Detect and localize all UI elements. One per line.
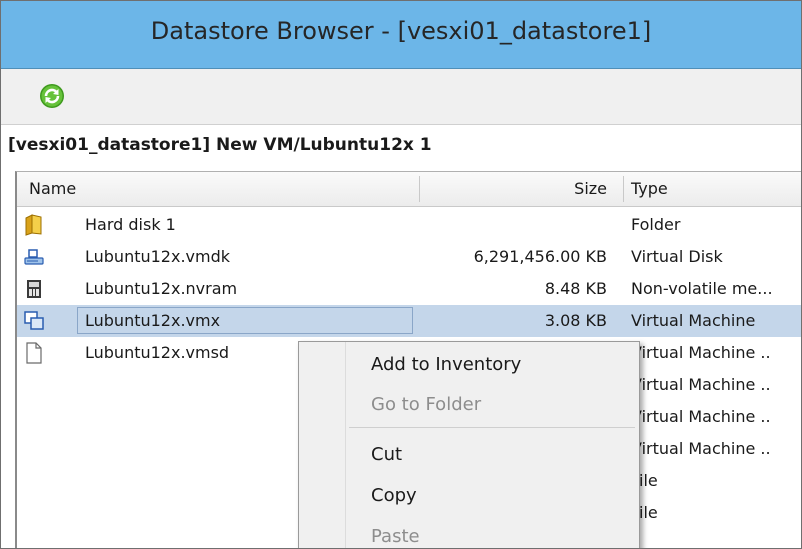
file-size: 8.48 KB: [544, 279, 607, 298]
file-icon: [24, 342, 44, 364]
file-row[interactable]: Hard disk 1 Folder: [17, 209, 801, 241]
title-bar[interactable]: Datastore Browser - [vesxi01_datastore1]: [1, 1, 801, 69]
file-type: Virtual Machine ..: [631, 407, 771, 426]
virtual-machine-icon: [24, 310, 44, 332]
file-type: Virtual Disk: [631, 247, 723, 266]
file-row[interactable]: Lubuntu12x.vmdk 6,291,456.00 KB Virtual …: [17, 241, 801, 273]
file-name: Lubuntu12x.nvram: [85, 279, 238, 298]
file-type: Virtual Machine ..: [631, 343, 771, 362]
path-bar: [vesxi01_datastore1] New VM/Lubuntu12x 1: [1, 125, 801, 171]
file-type: Virtual Machine ..: [631, 375, 771, 394]
folder-icon: [24, 214, 44, 236]
file-type: Virtual Machine ..: [631, 439, 771, 458]
current-path: [vesxi01_datastore1] New VM/Lubuntu12x 1: [8, 135, 432, 155]
file-size: 6,291,456.00 KB: [473, 247, 607, 266]
column-header-size[interactable]: Size: [419, 172, 615, 206]
window-title: Datastore Browser - [vesxi01_datastore1]: [150, 17, 652, 45]
menu-icon-gutter: [345, 342, 346, 548]
toolbar: [1, 69, 801, 125]
file-name: Lubuntu12x.vmsd: [85, 343, 230, 362]
file-name: Lubuntu12x.vmdk: [85, 247, 231, 266]
file-type: Virtual Machine: [631, 311, 756, 330]
nvram-icon: [24, 278, 44, 300]
refresh-icon: [40, 84, 64, 108]
file-name: Lubuntu12x.vmx: [85, 311, 221, 330]
file-row[interactable]: Lubuntu12x.nvram 8.48 KB Non-volatile me…: [17, 273, 801, 305]
column-header-name[interactable]: Name: [29, 172, 409, 206]
file-type: File: [631, 471, 658, 490]
refresh-button[interactable]: [37, 81, 67, 111]
menu-item-go-to-folder[interactable]: Go to Folder: [371, 394, 481, 415]
menu-item-copy[interactable]: Copy: [371, 485, 417, 506]
file-size: 3.08 KB: [544, 311, 607, 330]
virtual-disk-icon: [24, 246, 44, 268]
file-type: Non-volatile me...: [631, 279, 773, 298]
datastore-browser-window: Datastore Browser - [vesxi01_datastore1]…: [0, 0, 802, 549]
list-header: Name Size Type: [17, 172, 801, 207]
context-menu: Add to Inventory Go to Folder Cut Copy P…: [298, 341, 640, 548]
file-type: File: [631, 503, 658, 522]
menu-item-add-to-inventory[interactable]: Add to Inventory: [371, 354, 521, 375]
column-header-type[interactable]: Type: [623, 172, 801, 206]
file-row-selected[interactable]: Lubuntu12x.vmx 3.08 KB Virtual Machine: [17, 305, 801, 337]
menu-item-cut[interactable]: Cut: [371, 444, 402, 465]
menu-item-paste[interactable]: Paste: [371, 526, 420, 547]
file-name: Hard disk 1: [85, 215, 176, 234]
menu-separator: [349, 427, 635, 428]
file-type: Folder: [631, 215, 681, 234]
